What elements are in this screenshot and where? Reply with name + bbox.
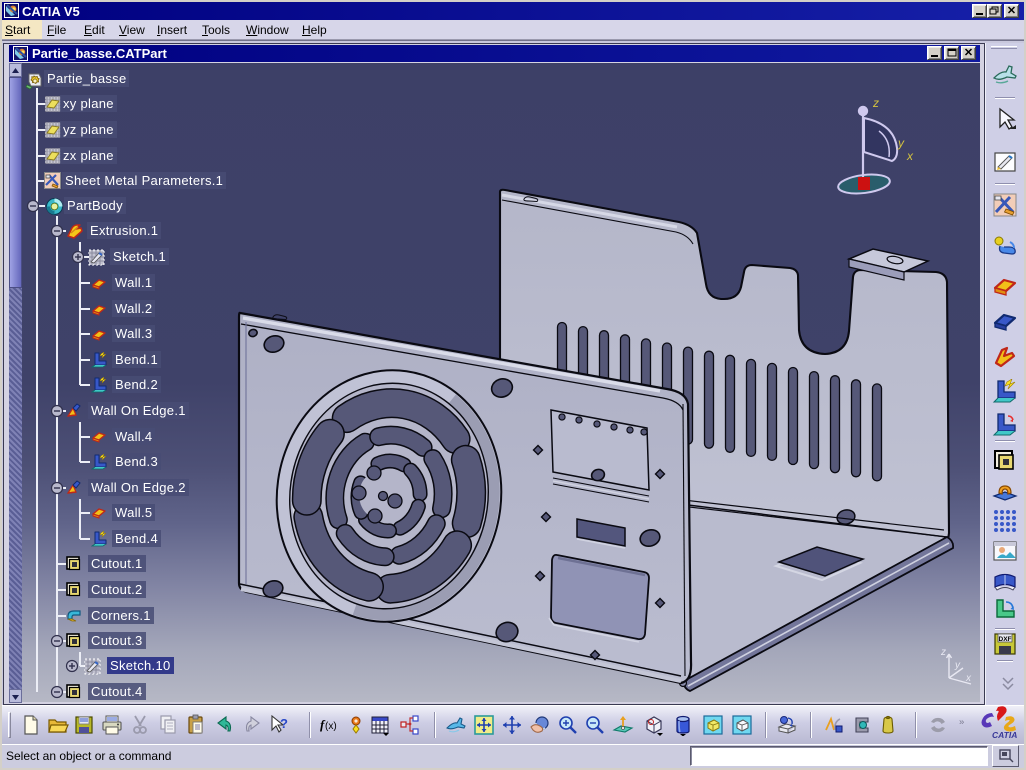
svg-text:y: y <box>897 136 905 150</box>
svg-text:z: z <box>940 647 946 658</box>
svg-text:y: y <box>954 660 961 671</box>
svg-text:DXF: DXF <box>999 636 1012 643</box>
svg-text:»: » <box>959 716 964 727</box>
svg-text:?: ? <box>280 716 288 731</box>
svg-text:CATIA: CATIA <box>992 730 1017 740</box>
svg-text:x: x <box>965 673 972 684</box>
svg-text:z: z <box>872 96 879 110</box>
svg-text:(x): (x) <box>325 721 337 732</box>
svg-text:x: x <box>906 149 914 163</box>
